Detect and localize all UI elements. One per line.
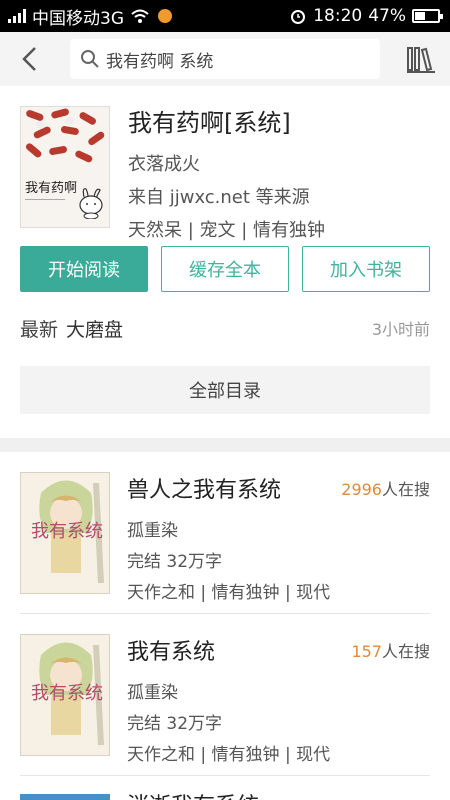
result-cover-title: 我有系统	[31, 683, 103, 704]
notification-icon	[158, 9, 172, 23]
wifi-icon	[131, 9, 149, 23]
book-tags: 天然呆 | 宠文 | 情有独钟	[128, 220, 326, 241]
result-cover: 我有系统	[20, 472, 110, 594]
search-count: 2996人在搜	[341, 480, 430, 499]
search-count: 157人在搜	[351, 642, 430, 661]
book-source[interactable]: 来自 jjwxc.net 等来源	[128, 183, 310, 209]
result-author: 孤重染	[127, 521, 178, 541]
book-cover[interactable]: 我有药啊	[20, 106, 110, 228]
bookshelf-icon[interactable]	[406, 44, 436, 74]
result-title: 我有系统	[127, 640, 216, 665]
latest-chapter-row[interactable]: 最新 大磨盘 3小时前	[20, 308, 430, 348]
full-catalog-button[interactable]: 全部目录	[20, 366, 430, 414]
rabbit-icon	[79, 188, 103, 219]
list-item[interactable]: 我有系统 兽人之我有系统 2996人在搜 孤重染 完结 32万字 天作之和 | …	[20, 452, 430, 614]
clock: 18:20	[313, 6, 363, 26]
back-button[interactable]	[0, 32, 60, 86]
result-title: 消逝我有系统	[127, 788, 259, 800]
book-detail: 我有药啊 我有药啊[系统] 衣落成火 来自 jjwxc.net 等来源 天然呆 …	[0, 86, 450, 438]
search-icon	[81, 50, 99, 68]
search-results-list: 我有系统 兽人之我有系统 2996人在搜 孤重染 完结 32万字 天作之和 | …	[0, 452, 450, 800]
result-cover: 我有系统	[20, 634, 110, 756]
result-tags: 天作之和 | 情有独钟 | 现代	[127, 745, 331, 765]
search-input[interactable]: 我有药啊 系统	[70, 39, 380, 79]
start-reading-button[interactable]: 开始阅读	[20, 246, 148, 292]
status-bar: 中国移动3G 18:20 47%	[0, 0, 450, 32]
result-status: 完结 32万字	[127, 714, 223, 734]
latest-label: 最新	[20, 318, 59, 341]
add-to-shelf-button[interactable]: 加入书架	[302, 246, 430, 292]
result-cover-title: 我有系统	[31, 521, 103, 542]
top-bar: 我有药啊 系统	[0, 32, 450, 86]
result-title: 兽人之我有系统	[127, 478, 282, 503]
list-item[interactable]: 我有系统 我有系统 157人在搜 孤重染 完结 32万字 天作之和 | 情有独钟…	[20, 614, 430, 776]
book-title: 我有药啊[系统]	[128, 109, 291, 137]
cache-all-button[interactable]: 缓存全本	[161, 246, 289, 292]
result-author: 孤重染	[127, 683, 178, 703]
signal-icon	[8, 9, 26, 23]
cover-decoration	[25, 199, 65, 221]
list-item[interactable]: 消逝我有系统	[20, 776, 430, 800]
result-tags: 天作之和 | 情有独钟 | 现代	[127, 583, 331, 603]
carrier-label: 中国移动3G	[32, 8, 124, 29]
section-divider	[0, 438, 450, 452]
cover-title: 我有药啊	[25, 181, 78, 196]
battery-percent: 47%	[368, 6, 406, 26]
chevron-left-icon	[22, 47, 36, 71]
latest-update-time: 3小时前	[371, 320, 430, 339]
result-status: 完结 32万字	[127, 552, 223, 572]
latest-chapter-title: 大磨盘	[66, 318, 124, 341]
search-query: 我有药啊 系统	[106, 51, 214, 72]
battery-icon	[412, 9, 443, 23]
alarm-icon	[291, 10, 306, 24]
result-cover	[20, 794, 110, 800]
book-author[interactable]: 衣落成火	[128, 150, 200, 176]
pills-illustration	[25, 108, 105, 163]
